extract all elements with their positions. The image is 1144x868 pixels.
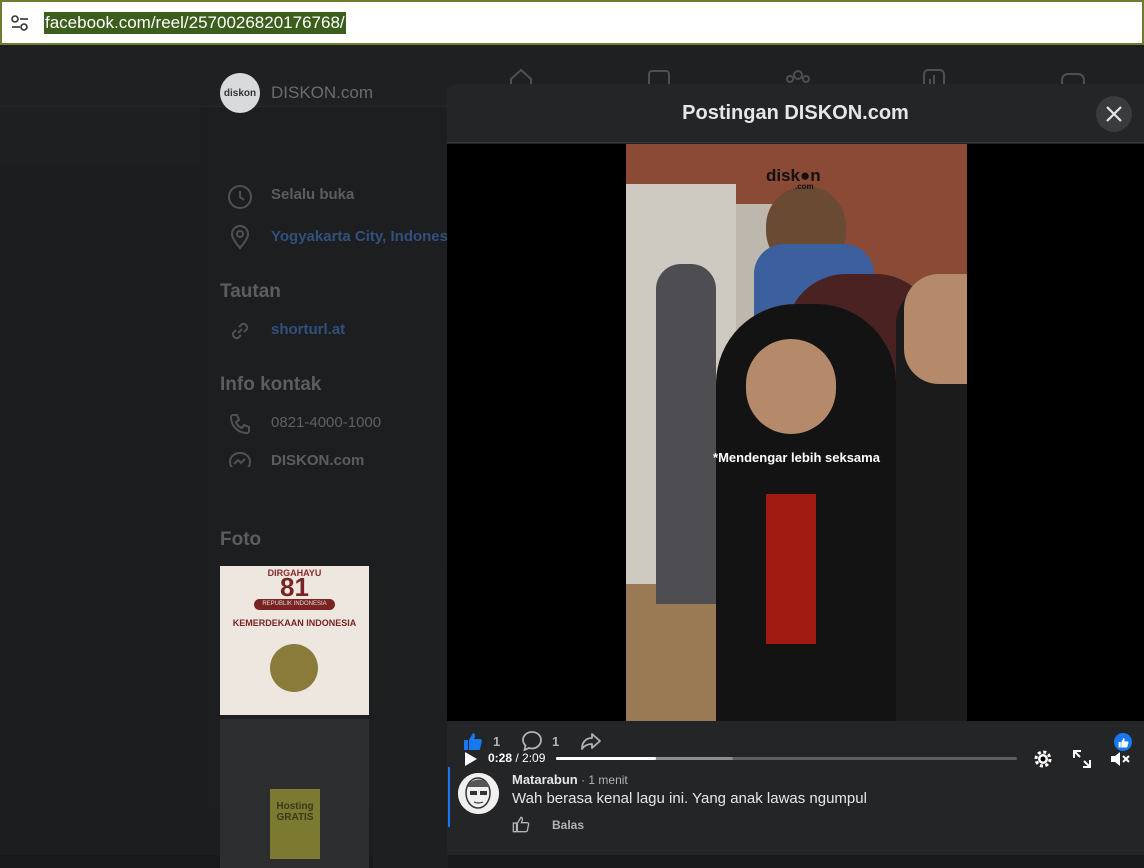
comment-icon xyxy=(522,731,542,751)
video-watermark: disk●n .com xyxy=(766,166,821,191)
comment-count: 1 xyxy=(552,733,560,749)
page-avatar[interactable]: diskon xyxy=(220,73,260,113)
like-button[interactable]: 1 xyxy=(463,731,500,751)
page-name[interactable]: DISKON.com xyxy=(271,83,373,103)
face-shape xyxy=(746,339,836,434)
video-frame[interactable]: disk●n .com *Mendengar lebih seksama xyxy=(626,144,967,721)
website-link[interactable]: shorturl.at xyxy=(271,321,345,338)
modal-header: Postingan DISKON.com xyxy=(447,84,1144,143)
mascot-shape xyxy=(270,644,318,692)
face-shape xyxy=(904,274,967,384)
photo-thumbnail[interactable] xyxy=(373,566,448,715)
site-settings-icon[interactable] xyxy=(2,2,38,43)
comment-text: Wah berasa kenal lagu ini. Yang anak law… xyxy=(512,790,867,807)
video-caption: *Mendengar lebih seksama xyxy=(713,450,880,465)
comment-button[interactable]: 1 xyxy=(522,731,559,751)
phone-icon xyxy=(226,410,254,438)
comment-time: · 1 menit xyxy=(577,773,628,787)
thumb-box-shape xyxy=(270,789,320,859)
like-reaction-icon[interactable] xyxy=(1114,733,1132,751)
photos-heading: Foto xyxy=(220,529,262,550)
commenter-avatar[interactable] xyxy=(458,773,499,814)
thread-line xyxy=(448,767,450,827)
thumb-title: KEMERDEKAAN INDONESIA xyxy=(232,618,357,628)
thumb-box-text: Hosting GRATIS xyxy=(276,801,314,823)
contact-heading: Info kontak xyxy=(220,374,322,395)
like-count: 1 xyxy=(493,733,501,749)
modal-title: Postingan DISKON.com xyxy=(682,101,909,124)
url-text[interactable]: facebook.com/reel/2570026820176768/ xyxy=(44,11,346,34)
share-icon xyxy=(581,733,601,750)
share-button[interactable] xyxy=(581,731,601,751)
comment-like-icon[interactable] xyxy=(512,815,530,833)
photo-thumbnail[interactable] xyxy=(373,719,448,868)
page-avatar-text: diskon xyxy=(223,87,257,99)
thumbs-up-icon xyxy=(464,733,482,750)
comment-item: Matarabun · 1 menit Wah berasa kenal lag… xyxy=(447,767,1144,855)
post-modal: Postingan DISKON.com disk●n .com *Mendeng… xyxy=(447,84,1144,855)
hours-text: Selalu buka xyxy=(271,186,355,203)
post-actions: 1 1 xyxy=(447,721,1144,761)
phone-text[interactable]: 0821-4000-1000 xyxy=(271,414,381,431)
location-pin-icon xyxy=(226,223,254,251)
thumb-ribbon: REPUBLIK INDONESIA xyxy=(254,599,335,610)
address-bar[interactable]: facebook.com/reel/2570026820176768/ xyxy=(0,0,1144,45)
commenter-name[interactable]: Matarabun · 1 menit xyxy=(512,772,628,787)
photo-thumbnail[interactable]: DIRGAHAYU 81 REPUBLIK INDONESIA KEMERDEK… xyxy=(220,566,369,715)
reply-button[interactable]: Balas xyxy=(552,818,584,832)
close-icon xyxy=(1106,106,1122,122)
photo-thumbnail[interactable]: Hosting GRATIS xyxy=(220,719,369,868)
location-link[interactable]: Yogyakarta City, Indonesia xyxy=(271,228,461,245)
close-button[interactable] xyxy=(1096,96,1132,132)
video-player[interactable]: disk●n .com *Mendengar lebih seksama 0:28… xyxy=(447,144,1144,768)
author-name[interactable]: Matarabun xyxy=(512,772,578,787)
left-panel xyxy=(0,107,200,164)
clock-icon xyxy=(226,183,254,211)
person-shape xyxy=(656,264,716,604)
shirt-shape xyxy=(766,494,816,644)
link-icon xyxy=(226,317,254,345)
links-heading: Tautan xyxy=(220,281,281,302)
